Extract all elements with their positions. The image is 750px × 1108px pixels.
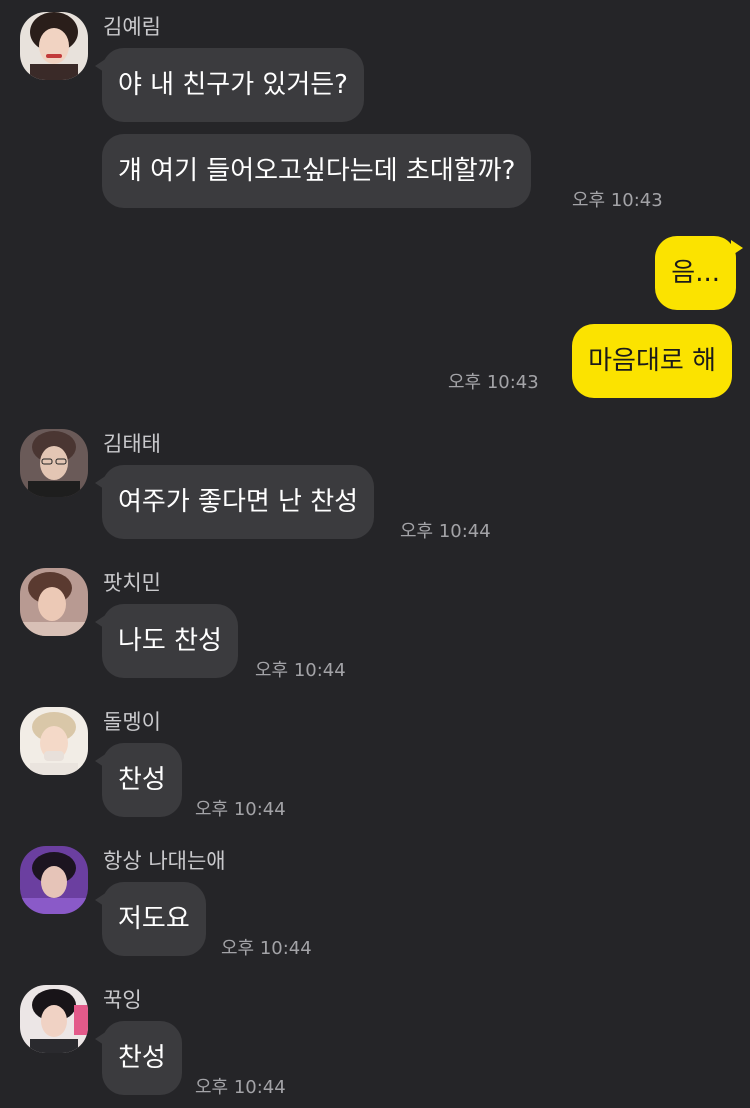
sender-name: 꾹잉 — [103, 988, 142, 1012]
message-bubble[interactable]: 저도요 — [95, 882, 206, 956]
sender-name: 항상 나대는애 — [103, 849, 226, 873]
avatar[interactable] — [20, 568, 88, 636]
sender-name: 김예림 — [103, 15, 161, 39]
avatar[interactable] — [20, 429, 88, 497]
message-bubble[interactable]: 야 내 친구가 있거든? — [95, 48, 364, 122]
sender-name: 김태태 — [103, 432, 161, 456]
timestamp: 오후 10:44 — [400, 521, 491, 542]
profile-photo-icon — [20, 429, 88, 497]
timestamp: 오후 10:44 — [195, 1077, 286, 1098]
message-bubble[interactable]: 나도 찬성 — [95, 604, 238, 678]
avatar[interactable] — [20, 707, 88, 775]
avatar[interactable] — [20, 846, 88, 914]
profile-photo-icon — [20, 12, 88, 80]
message-bubble[interactable]: 마음대로 해 — [572, 324, 732, 398]
sender-name: 돌멩이 — [103, 710, 161, 734]
profile-photo-icon — [20, 568, 88, 636]
timestamp: 오후 10:44 — [195, 799, 286, 820]
message-bubble[interactable]: 걔 여기 들어오고싶다는데 초대할까? — [102, 134, 532, 208]
profile-photo-icon — [20, 985, 88, 1053]
sender-name: 팟치민 — [103, 571, 161, 595]
message-bubble[interactable]: 찬성 — [95, 743, 182, 817]
profile-photo-icon — [20, 707, 88, 775]
timestamp: 오후 10:43 — [572, 190, 663, 211]
avatar[interactable] — [20, 12, 88, 80]
timestamp: 오후 10:44 — [255, 660, 346, 681]
message-bubble[interactable]: 음... — [655, 236, 743, 310]
avatar[interactable] — [20, 985, 88, 1053]
profile-photo-icon — [20, 846, 88, 914]
message-bubble[interactable]: 여주가 좋다면 난 찬성 — [94, 465, 375, 539]
timestamp: 오후 10:43 — [448, 372, 539, 393]
timestamp: 오후 10:44 — [221, 938, 312, 959]
message-bubble[interactable]: 찬성 — [95, 1021, 182, 1095]
